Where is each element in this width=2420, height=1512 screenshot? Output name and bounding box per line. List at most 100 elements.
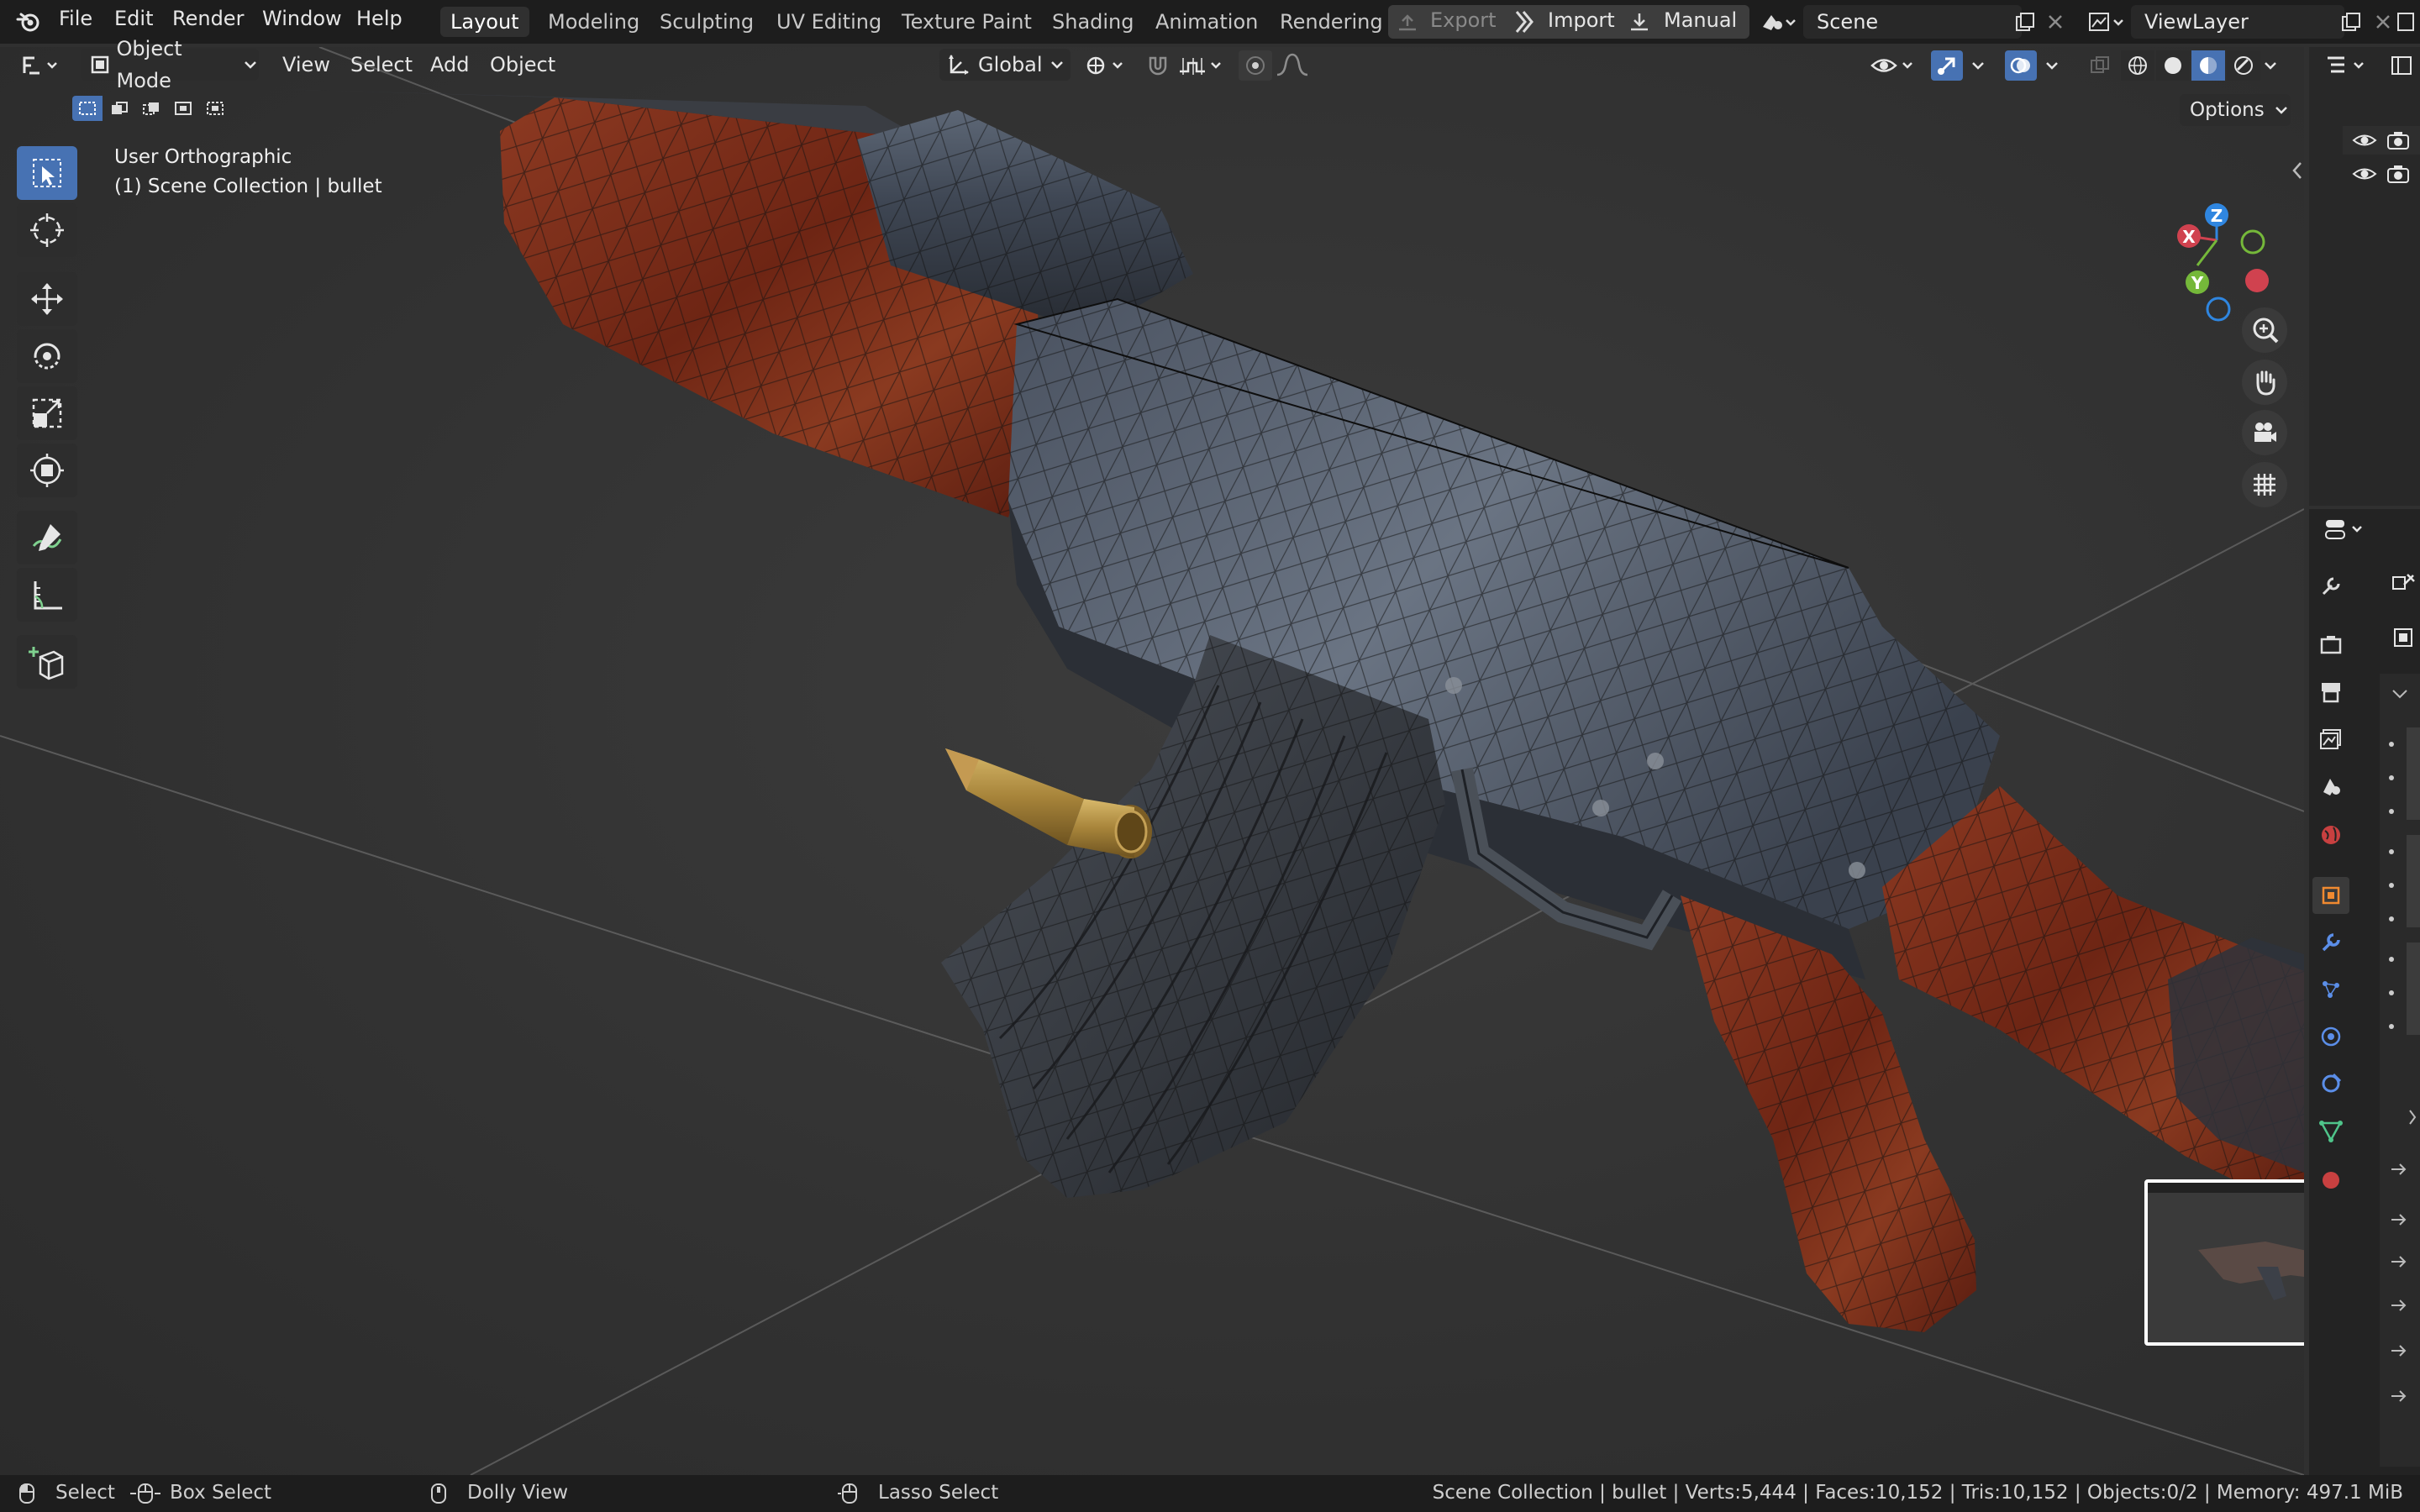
- select-subtract-icon[interactable]: [136, 96, 166, 121]
- render-camera-icon[interactable]: [2383, 161, 2413, 186]
- close-icon[interactable]: [2044, 8, 2067, 35]
- outliner-filter-icon[interactable]: [2386, 50, 2417, 81]
- overlays-toggle-icon[interactable]: [2005, 50, 2037, 81]
- menu-file[interactable]: File: [59, 7, 92, 30]
- select-new-icon[interactable]: [72, 96, 103, 121]
- output-properties-icon[interactable]: [2312, 674, 2349, 711]
- menu-select[interactable]: Select: [350, 47, 413, 82]
- properties-editor-type-icon[interactable]: [2321, 512, 2371, 546]
- scene-name-field[interactable]: Scene: [1803, 5, 2022, 39]
- world-properties-icon[interactable]: [2312, 816, 2349, 853]
- tab-texture-paint[interactable]: Texture Paint: [892, 7, 1042, 37]
- mode-dropdown[interactable]: Object Mode: [81, 37, 259, 92]
- menu-render[interactable]: Render: [172, 7, 244, 30]
- remove-view-layer-icon[interactable]: [2393, 8, 2418, 35]
- tool-select-box[interactable]: [17, 146, 77, 200]
- manual-button[interactable]: Manual: [1664, 8, 1737, 32]
- snap-target-icon[interactable]: [1175, 50, 1228, 81]
- select-difference-icon[interactable]: [168, 96, 198, 121]
- menu-edit[interactable]: Edit: [114, 7, 153, 30]
- falloff-curve-icon[interactable]: [1272, 50, 1313, 81]
- tab-shading[interactable]: Shading: [1042, 7, 1144, 37]
- tool-cursor[interactable]: [17, 203, 77, 257]
- editor-type-icon[interactable]: [17, 50, 66, 81]
- axis-x-label: X: [2182, 227, 2196, 247]
- tool-add-cube[interactable]: [17, 635, 77, 689]
- view-layer-selector-icon[interactable]: [2086, 8, 2126, 35]
- tool-move[interactable]: [17, 272, 77, 326]
- tab-sculpting[interactable]: Sculpting: [650, 7, 764, 37]
- tab-rendering[interactable]: Rendering: [1270, 7, 1393, 37]
- camera-view-icon[interactable]: [2242, 410, 2287, 455]
- pan-hand-icon[interactable]: [2242, 360, 2287, 405]
- select-extend-icon[interactable]: [104, 96, 134, 121]
- viewport-thumbnail[interactable]: [2144, 1179, 2304, 1346]
- scene-render[interactable]: [0, 47, 2304, 1475]
- select-intersect-icon[interactable]: [200, 96, 230, 121]
- zoom-icon[interactable]: [2242, 307, 2287, 353]
- outliner-panel[interactable]: [2309, 47, 2420, 506]
- tab-animation[interactable]: Animation: [1145, 7, 1268, 37]
- tool-settings-icon[interactable]: [2312, 568, 2349, 605]
- scene-selector-icon[interactable]: [1758, 8, 1798, 35]
- snap-magnet-icon[interactable]: [1141, 50, 1175, 81]
- chevron-down-icon[interactable]: [2039, 50, 2067, 81]
- particles-properties-icon[interactable]: [2312, 971, 2349, 1008]
- 3d-viewport[interactable]: User Orthographic (1) Scene Collection |…: [0, 47, 2304, 1475]
- tab-modeling[interactable]: Modeling: [538, 7, 650, 37]
- proportional-edit-icon[interactable]: [1239, 50, 1272, 81]
- sidebar-toggle-region[interactable]: [2287, 47, 2304, 1475]
- outliner-display-mode-icon[interactable]: [2323, 50, 2373, 81]
- copy-scene-icon[interactable]: [2012, 8, 2039, 35]
- view-layer-properties-icon[interactable]: [2312, 721, 2349, 758]
- menu-object[interactable]: Object: [490, 47, 555, 82]
- chevron-down-icon[interactable]: [1965, 50, 1993, 81]
- xray-toggle-icon[interactable]: [2084, 50, 2116, 81]
- chevron-down-icon[interactable]: [2259, 50, 2284, 81]
- menu-add[interactable]: Add: [430, 47, 469, 82]
- axis-neg-z-icon[interactable]: [2206, 297, 2231, 322]
- physics-properties-icon[interactable]: [2312, 1018, 2349, 1055]
- material-properties-icon[interactable]: [2312, 1159, 2349, 1196]
- visibility-eye-icon[interactable]: [1867, 50, 1919, 81]
- view-layer-name-field[interactable]: ViewLayer: [2131, 5, 2344, 39]
- transform-orientation-dropdown[interactable]: Global: [939, 49, 1071, 81]
- tool-rotate[interactable]: [17, 329, 77, 383]
- export-button[interactable]: Export: [1430, 8, 1497, 32]
- constraints-properties-icon[interactable]: [2312, 1065, 2349, 1102]
- menu-window[interactable]: Window: [262, 7, 342, 30]
- tool-transform[interactable]: [17, 444, 77, 497]
- tab-uv-editing[interactable]: UV Editing: [766, 7, 892, 37]
- menu-help[interactable]: Help: [356, 7, 402, 30]
- render-properties-icon[interactable]: [2312, 627, 2349, 664]
- pin-icon[interactable]: [2386, 570, 2420, 598]
- import-button[interactable]: Import: [1548, 8, 1615, 32]
- blender-logo-icon[interactable]: [12, 8, 45, 35]
- solid-shading-icon[interactable]: [2156, 50, 2190, 81]
- eye-icon[interactable]: [2349, 161, 2380, 186]
- object-data-mesh-icon[interactable]: [2312, 1112, 2349, 1149]
- ortho-grid-icon[interactable]: [2242, 462, 2287, 507]
- modifier-properties-icon[interactable]: [2312, 924, 2349, 961]
- render-camera-icon[interactable]: [2383, 128, 2413, 153]
- tab-layout[interactable]: Layout: [440, 7, 529, 37]
- navigation-gizmo[interactable]: Z X Y: [2151, 148, 2286, 333]
- pivot-point-icon[interactable]: [1084, 50, 1131, 81]
- tool-annotate[interactable]: [17, 511, 77, 564]
- close-icon[interactable]: [2371, 8, 2395, 35]
- tool-measure[interactable]: [17, 568, 77, 622]
- eye-icon[interactable]: [2349, 128, 2380, 153]
- axis-neg-y-icon[interactable]: [2240, 229, 2265, 255]
- wireframe-shading-icon[interactable]: [2121, 50, 2154, 81]
- scene-properties-icon[interactable]: [2312, 768, 2349, 805]
- rendered-shading-icon[interactable]: [2227, 50, 2260, 81]
- options-dropdown[interactable]: Options: [2180, 94, 2291, 126]
- object-properties-icon[interactable]: [2312, 877, 2349, 914]
- tool-scale[interactable]: [17, 386, 77, 440]
- gizmo-toggle-icon[interactable]: [1931, 50, 1963, 81]
- object-data-icon[interactable]: [2386, 623, 2420, 652]
- axis-neg-x-icon[interactable]: [2245, 269, 2269, 292]
- copy-view-layer-icon[interactable]: [2338, 8, 2365, 35]
- menu-view[interactable]: View: [282, 47, 330, 82]
- material-preview-shading-icon[interactable]: [2191, 50, 2225, 81]
